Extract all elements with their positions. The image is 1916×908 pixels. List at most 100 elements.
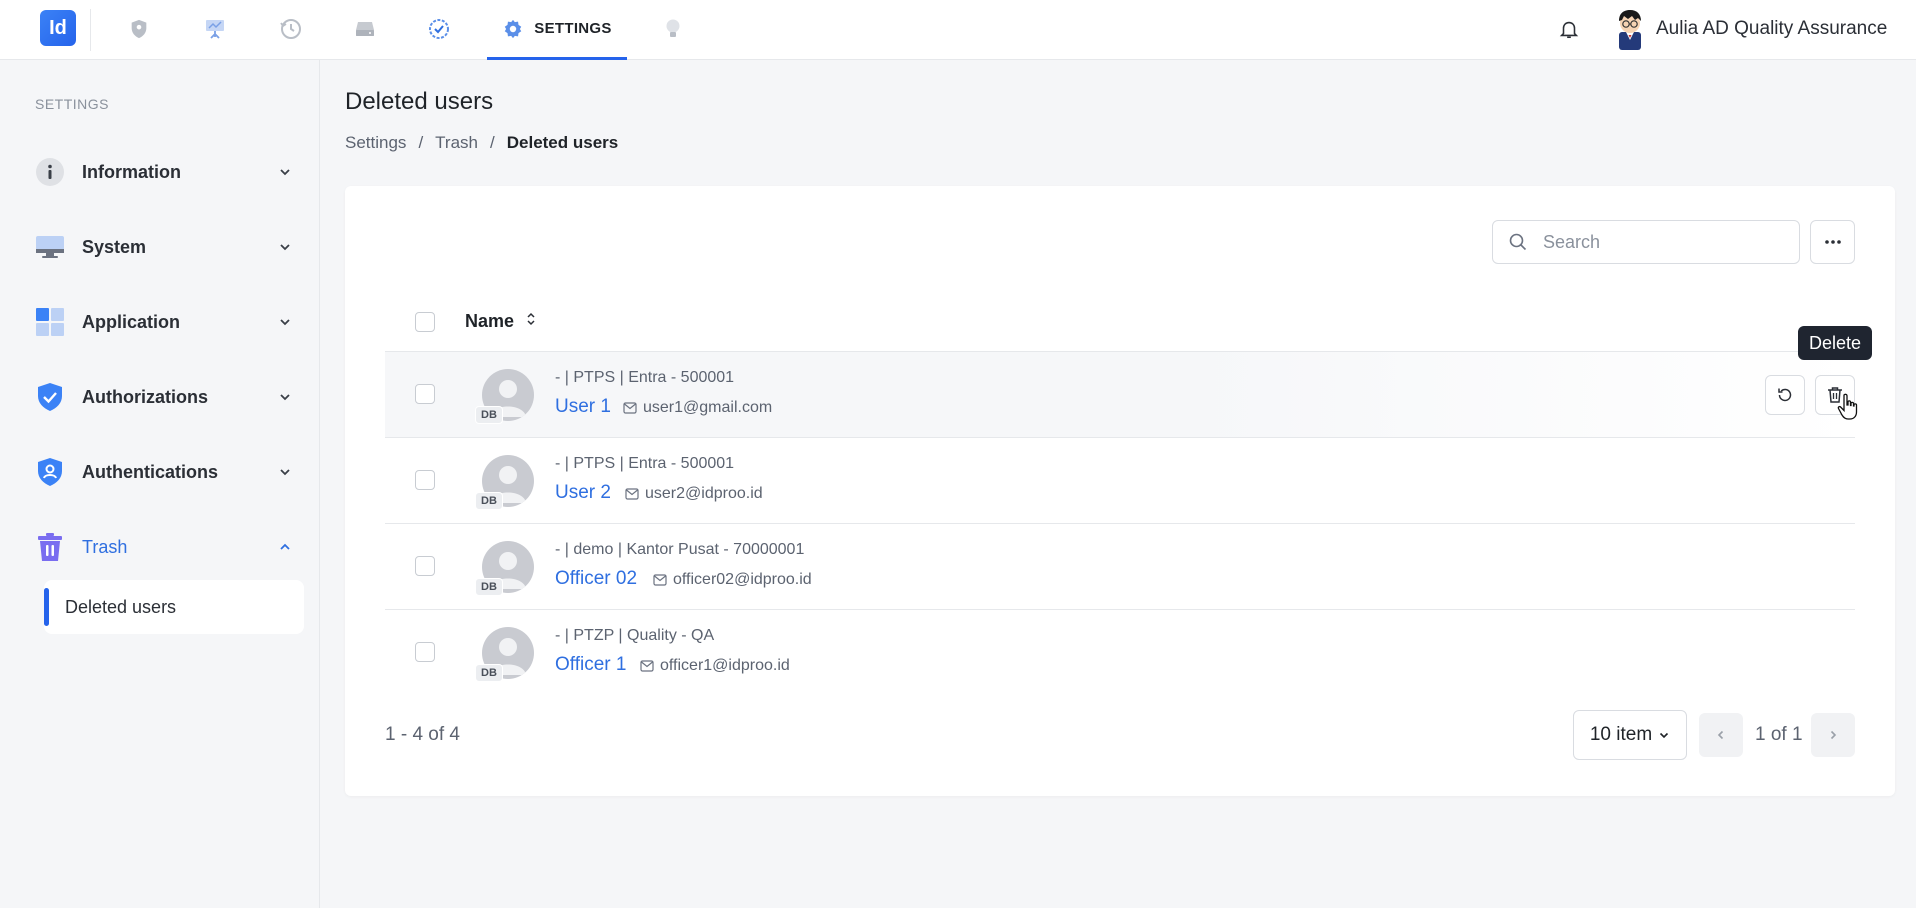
user-meta: - | demo | Kantor Pusat - 70000001: [555, 541, 805, 558]
row-checkbox[interactable]: [415, 556, 435, 576]
breadcrumb-current: Deleted users: [506, 133, 619, 152]
source-badge: DB: [475, 664, 503, 682]
grid-icon: [35, 307, 65, 337]
page-size-value: 10 item: [1589, 724, 1653, 745]
shield-check-icon: [35, 382, 65, 412]
sidebar-item-label: System: [82, 236, 147, 257]
chevron-down-icon: [275, 237, 295, 257]
user-meta: - | PTZP | Quality - QA: [555, 627, 715, 644]
mail-icon: [640, 660, 654, 672]
select-all-checkbox[interactable]: [415, 311, 435, 332]
sidebar-item-label: Trash: [82, 536, 128, 557]
tab-settings-label: SETTINGS: [534, 20, 612, 37]
source-badge: DB: [475, 492, 503, 510]
lightbulb-icon[interactable]: [658, 14, 688, 44]
row-checkbox[interactable]: [415, 470, 435, 490]
table-row[interactable]: DB - | PTZP | Quality - QA Officer 1 off…: [385, 610, 1855, 696]
column-header-name[interactable]: Name: [465, 311, 514, 332]
sidebar-item-system[interactable]: System: [35, 227, 295, 267]
sidebar-subitem-deleted-users[interactable]: Deleted users: [44, 580, 304, 634]
gear-icon: [505, 19, 522, 38]
chevron-left-icon: [1717, 730, 1724, 740]
sidebar-item-authorizations[interactable]: Authorizations: [35, 377, 295, 417]
chevron-down-icon: [1660, 732, 1669, 739]
chevron-down-icon: [275, 162, 295, 182]
drive-icon[interactable]: [350, 14, 380, 44]
next-page-button[interactable]: [1811, 713, 1855, 757]
breadcrumb-trash[interactable]: Trash: [435, 133, 478, 153]
table-header: Name: [385, 292, 1855, 352]
user-name-link[interactable]: User 2: [555, 482, 611, 504]
search-box[interactable]: [1492, 220, 1800, 264]
breadcrumb-separator: /: [418, 133, 424, 152]
source-badge: DB: [475, 406, 503, 424]
chevron-right-icon: [1830, 730, 1837, 740]
check-circle-icon[interactable]: [424, 14, 454, 44]
active-indicator: [44, 588, 49, 626]
sidebar-item-application[interactable]: Application: [35, 302, 295, 342]
hand-cursor-icon: [1837, 393, 1859, 426]
chevron-up-icon: [275, 537, 295, 557]
row-checkbox[interactable]: [415, 384, 435, 404]
restore-button[interactable]: [1765, 375, 1805, 415]
sidebar-subitem-label: Deleted users: [65, 596, 177, 617]
user-email-text: officer1@idproo.id: [660, 657, 790, 674]
user-email-text: user1@gmail.com: [643, 399, 773, 416]
mail-icon: [653, 574, 667, 586]
history-icon[interactable]: [276, 14, 306, 44]
page-size-select[interactable]: 10 item: [1573, 710, 1687, 760]
user-meta: - | PTPS | Entra - 500001: [555, 369, 735, 386]
sidebar: SETTINGS Information System Application …: [0, 60, 320, 908]
shield-icon[interactable]: [124, 14, 154, 44]
search-icon: [1493, 232, 1543, 252]
shield-user-icon: [35, 457, 65, 487]
sidebar-item-authentications[interactable]: Authentications: [35, 452, 295, 492]
chevron-down-icon: [275, 387, 295, 407]
monitor-icon: [35, 232, 65, 262]
prev-page-button[interactable]: [1699, 713, 1743, 757]
presentation-icon[interactable]: [200, 14, 230, 44]
app-logo[interactable]: Id: [40, 10, 76, 46]
pagination-count: 1 - 4 of 4: [385, 724, 460, 745]
trash-icon: [35, 532, 65, 562]
tab-settings[interactable]: SETTINGS: [487, 0, 627, 60]
user-name[interactable]: Aulia AD Quality Assurance: [1656, 18, 1887, 40]
user-name-link[interactable]: Officer 1: [555, 654, 626, 676]
sort-icon[interactable]: [526, 312, 536, 331]
deleted-users-card: Name DB - | PTPS | Entra - 500001 User 1…: [345, 186, 1895, 796]
user-email: user1@gmail.com: [623, 399, 772, 417]
restore-icon: [1778, 388, 1792, 402]
row-checkbox[interactable]: [415, 642, 435, 662]
sidebar-item-label: Application: [82, 311, 180, 332]
sidebar-item-label: Information: [82, 161, 181, 182]
page-title: Deleted users: [345, 88, 494, 115]
table-row[interactable]: DB - | PTPS | Entra - 500001 User 1 user…: [385, 352, 1855, 438]
user-name-link[interactable]: Officer 02: [555, 568, 637, 590]
user-name-link[interactable]: User 1: [555, 396, 611, 418]
mail-icon: [623, 402, 637, 414]
bell-icon[interactable]: [1554, 14, 1584, 44]
sidebar-item-information[interactable]: Information: [35, 152, 295, 192]
sidebar-item-trash[interactable]: Trash: [35, 527, 295, 567]
search-input[interactable]: [1543, 231, 1783, 253]
chevron-down-icon: [275, 312, 295, 332]
user-meta: - | PTPS | Entra - 500001: [555, 455, 735, 472]
delete-tooltip: Delete: [1798, 326, 1872, 360]
user-email: officer1@idproo.id: [640, 657, 790, 675]
sidebar-item-label: Authorizations: [82, 386, 208, 407]
breadcrumb-settings[interactable]: Settings: [345, 133, 406, 153]
divider: [90, 9, 91, 51]
page-indicator: 1 of 1: [1755, 724, 1803, 745]
ellipsis-icon: [1824, 240, 1841, 244]
breadcrumb-separator: /: [490, 133, 495, 152]
user-email-text: user2@idproo.id: [645, 485, 763, 502]
top-bar: Id SETTINGS Aulia AD Quality Assurance: [0, 0, 1916, 60]
table-row[interactable]: DB - | demo | Kantor Pusat - 70000001 Of…: [385, 524, 1855, 610]
more-options-button[interactable]: [1810, 220, 1855, 264]
user-avatar[interactable]: [1610, 8, 1650, 50]
source-badge: DB: [475, 578, 503, 596]
user-email: user2@idproo.id: [625, 485, 763, 503]
mail-icon: [625, 488, 639, 500]
table-row[interactable]: DB - | PTPS | Entra - 500001 User 2 user…: [385, 438, 1855, 524]
chevron-down-icon: [275, 462, 295, 482]
